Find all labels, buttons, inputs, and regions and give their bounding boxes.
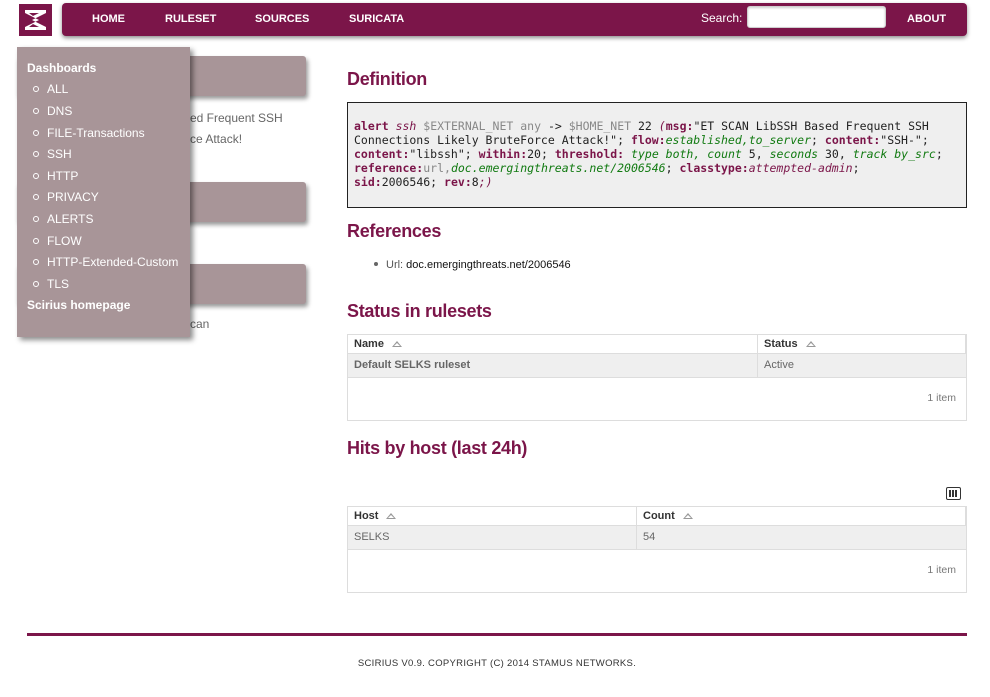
table-footer: 1 item xyxy=(348,549,966,592)
bullet-icon xyxy=(33,86,39,92)
bullet-icon xyxy=(33,281,39,287)
item-count: 1 item xyxy=(927,392,956,404)
status-table: Name Status Default SELKS ruleset Active… xyxy=(347,334,967,421)
bullet-icon xyxy=(33,130,39,136)
ruleset-status: Active xyxy=(764,359,794,371)
hits-title: Hits by host (last 24h) xyxy=(347,438,528,458)
sidebar-rule-text: ed Frequent SSH xyxy=(190,111,283,125)
dashboard-item-dns[interactable]: DNS xyxy=(33,104,72,118)
bullet-icon xyxy=(33,151,39,157)
footer-divider xyxy=(27,633,967,636)
search-label: Search: xyxy=(701,11,743,25)
host-name: SELKS xyxy=(348,526,637,549)
status-title: Status in rulesets xyxy=(347,301,492,321)
dashboards-header[interactable]: Dashboards xyxy=(27,61,96,75)
host-count: 54 xyxy=(643,531,656,543)
dashboard-item-http[interactable]: HTTP xyxy=(33,169,78,183)
scirius-homepage-link[interactable]: Scirius homepage xyxy=(27,298,130,312)
reference-link[interactable]: doc.emergingthreats.net/2006546 xyxy=(406,259,571,271)
sort-icon xyxy=(682,513,693,519)
table-footer: 1 item xyxy=(348,377,966,420)
column-header-status[interactable]: Status xyxy=(758,335,966,353)
nav-sources[interactable]: SOURCES xyxy=(255,3,309,36)
column-header-host[interactable]: Host xyxy=(348,507,637,525)
bullet-icon xyxy=(33,216,39,222)
dashboard-item-file-transactions[interactable]: FILE-Transactions xyxy=(33,126,145,140)
references-title: References xyxy=(347,221,442,241)
bullet-icon xyxy=(33,173,39,179)
footer-copyright: SCIRIUS V0.9. COPYRIGHT (C) 2014 STAMUS … xyxy=(357,658,637,669)
bullet-icon xyxy=(33,108,39,114)
nav-home[interactable]: HOME xyxy=(92,3,125,36)
hits-table: Host Count SELKS 54 1 item xyxy=(347,506,967,593)
export-csv-icon[interactable] xyxy=(946,487,961,500)
dashboards-dropdown-menu: Dashboards ALL DNS FILE-Transactions SSH… xyxy=(17,47,190,337)
column-header-count[interactable]: Count xyxy=(637,507,966,525)
reference-item: Url: doc.emergingthreats.net/2006546 xyxy=(374,259,571,271)
sort-icon xyxy=(391,341,402,347)
bullet-icon xyxy=(33,194,39,200)
item-count: 1 item xyxy=(927,564,956,576)
bullet-icon xyxy=(374,262,378,266)
sort-icon xyxy=(386,513,397,519)
sidebar-rule-text: can xyxy=(190,317,210,331)
nav-about[interactable]: ABOUT xyxy=(907,3,946,36)
dashboard-item-http-extended-custom[interactable]: HTTP-Extended-Custom xyxy=(33,255,178,269)
nav-suricata[interactable]: SURICATA xyxy=(349,3,404,36)
rule-definition-code: alert ssh $EXTERNAL_NET any -> $HOME_NET… xyxy=(347,102,967,208)
dashboard-item-privacy[interactable]: PRIVACY xyxy=(33,190,99,204)
sort-icon xyxy=(805,341,816,347)
dashboard-item-ssh[interactable]: SSH xyxy=(33,147,72,161)
scirius-logo-icon[interactable] xyxy=(19,4,52,36)
search-input[interactable] xyxy=(747,6,886,28)
bullet-icon xyxy=(33,259,39,265)
dashboard-item-all[interactable]: ALL xyxy=(33,82,68,96)
top-navbar: HOME RULESET SOURCES SURICATA Search: AB… xyxy=(62,3,967,36)
column-header-name[interactable]: Name xyxy=(348,335,758,353)
table-row: Default SELKS ruleset Active xyxy=(348,353,966,377)
table-row: SELKS 54 xyxy=(348,525,966,549)
dashboard-item-tls[interactable]: TLS xyxy=(33,277,69,291)
definition-title: Definition xyxy=(347,69,427,89)
bullet-icon xyxy=(33,238,39,244)
dashboard-item-alerts[interactable]: ALERTS xyxy=(33,212,93,226)
dashboard-item-flow[interactable]: FLOW xyxy=(33,234,82,248)
sidebar-rule-text: ce Attack! xyxy=(190,132,243,146)
ruleset-name[interactable]: Default SELKS ruleset xyxy=(348,354,758,377)
nav-ruleset[interactable]: RULESET xyxy=(165,3,216,36)
